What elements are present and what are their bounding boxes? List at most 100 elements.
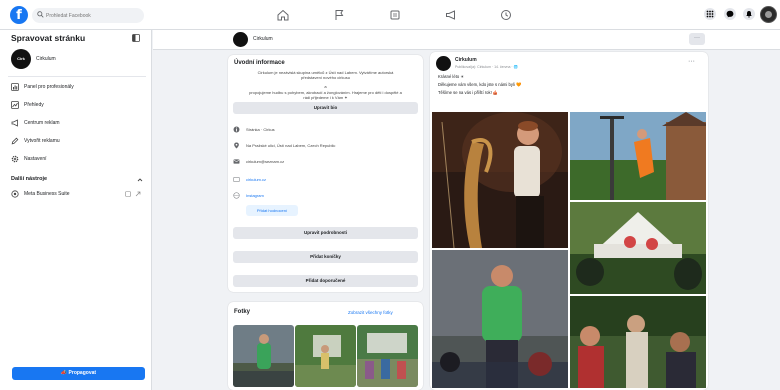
website-row[interactable]: Instagram (233, 191, 418, 202)
photo-image (295, 325, 356, 387)
business-suite-icon (11, 190, 19, 198)
messenger-button[interactable] (724, 8, 736, 20)
add-hobbies-button[interactable]: Přidat koníčky (233, 251, 418, 263)
post-photo[interactable] (570, 296, 706, 388)
home-icon[interactable] (276, 8, 290, 22)
sidebar-item-ad-center[interactable]: Centrum reklam (11, 118, 143, 130)
sidebar-item-label: Panel pro profesionály (24, 84, 74, 90)
account-avatar[interactable] (760, 6, 777, 23)
photo-thumbnail[interactable] (233, 325, 294, 387)
insights-icon (11, 101, 19, 109)
category-row: Stránka · Cirkus (233, 125, 418, 136)
post-author-avatar[interactable] (436, 56, 451, 71)
external-link-icon[interactable] (135, 191, 141, 197)
add-rating-chip[interactable]: Přidat hodnocení (246, 205, 298, 216)
collapse-sidebar-icon[interactable] (132, 34, 140, 42)
top-navigation-bar: f (0, 0, 780, 30)
promote-button[interactable]: 📣 Propagovat (12, 367, 145, 380)
email-text: cirkulum@seznam.cz (246, 159, 285, 164)
megaphone-icon: 📣 (60, 370, 69, 376)
sidebar-title: Spravovat stránku (11, 33, 86, 43)
clock-icon[interactable] (499, 8, 513, 22)
add-featured-button[interactable]: Přidat doporučené (233, 275, 418, 287)
more-tools-heading: Další nástroje (11, 176, 48, 182)
intro-text: Cirkulum je nezávislá skupina umělců z Ú… (257, 70, 394, 80)
divider (8, 76, 146, 77)
chevron-up-icon[interactable] (137, 177, 143, 183)
sidebar-item-label: Přehledy (24, 102, 44, 108)
megaphone-icon (11, 119, 18, 127)
info-icon (233, 126, 240, 133)
sidebar-item-create-ad[interactable]: Vytvořit reklamu (11, 136, 143, 148)
dashboard-icon (11, 83, 19, 91)
post-photo-image (570, 296, 706, 388)
photo-thumbnail[interactable] (357, 325, 418, 387)
messenger-icon (726, 10, 734, 18)
see-all-photos-link[interactable]: Zobrazit všechny fotky (348, 310, 393, 315)
globe-icon (233, 192, 240, 199)
gear-icon (11, 155, 19, 163)
website-link[interactable]: Instagram (246, 193, 264, 198)
edit-details-button[interactable]: Upravit podrobnosti (233, 227, 418, 239)
post-text-line: Děkujeme vám všem, kdo jste s námi byli … (438, 82, 522, 87)
search-box[interactable] (32, 8, 144, 23)
photo-thumbnail[interactable] (295, 325, 356, 387)
page-avatar: Cirk (11, 49, 31, 69)
intro-title: Úvodní informace (234, 60, 285, 66)
edit-icon (11, 137, 19, 145)
page-avatar[interactable] (233, 32, 248, 47)
category-text: Stránka · Cirkus (246, 127, 275, 132)
website-row[interactable]: cirkulum.cz (233, 175, 418, 186)
link-icon (233, 177, 240, 182)
sidebar-item-professional-dashboard[interactable]: Panel pro profesionály (11, 82, 143, 94)
pages-icon[interactable] (388, 8, 402, 22)
bell-icon (746, 11, 752, 18)
flag-icon[interactable] (332, 8, 346, 22)
photos-card: Fotky Zobrazit všechny fotky (228, 302, 423, 390)
page-header-bar: Cirkulum ··· (153, 30, 780, 50)
page-switcher[interactable]: Cirk Cirkulum (11, 49, 141, 71)
promote-label: Propagovat (68, 370, 97, 376)
notifications-button[interactable] (743, 8, 755, 20)
megaphone-icon[interactable] (444, 8, 458, 22)
more-options-button[interactable]: ··· (689, 33, 705, 45)
post-text-line: Krásné léto ☀ (438, 74, 465, 79)
photo-image (233, 325, 294, 387)
mail-icon (233, 159, 240, 164)
search-icon (37, 11, 44, 18)
page-name[interactable]: Cirkulum (253, 36, 273, 42)
website-link[interactable]: cirkulum.cz (246, 177, 266, 182)
edit-bio-button[interactable]: Upravit bio (233, 102, 418, 114)
post-photo[interactable] (432, 112, 568, 248)
intro-text: propojujeme hudbu s pohybem, akrobacií a… (249, 90, 402, 100)
search-input[interactable] (46, 11, 138, 20)
post-card: Cirkulum Publikoval(a): Cirkulum · 14. č… (430, 52, 708, 390)
manage-page-sidebar: Spravovat stránku Cirk Cirkulum Panel pr… (0, 30, 152, 390)
download-icon[interactable] (125, 191, 131, 197)
post-photo-image (570, 202, 706, 294)
location-pin-icon (234, 142, 239, 149)
post-photo[interactable] (570, 202, 706, 294)
post-meta: Publikoval(a): Cirkulum · 14. června · 🌐 (455, 65, 518, 69)
post-options-button[interactable]: ··· (688, 58, 695, 65)
post-photo[interactable] (570, 112, 706, 200)
photo-image (357, 325, 418, 387)
page-name: Cirkulum (36, 56, 56, 62)
post-author-name[interactable]: Cirkulum (455, 57, 477, 63)
sidebar-item-business-suite[interactable]: Meta Business Suite (11, 189, 143, 201)
sidebar-item-label: Nastavení (24, 156, 47, 162)
post-photo-image (432, 250, 568, 388)
facebook-logo[interactable]: f (10, 6, 28, 24)
post-photo-image (570, 112, 706, 200)
post-text-line: Těšíme se na vás i příští rok! 🎪 (438, 90, 499, 95)
email-row: cirkulum@seznam.cz (233, 157, 418, 168)
intro-card: Úvodní informace Cirkulum je nezávislá s… (228, 55, 423, 292)
sidebar-item-insights[interactable]: Přehledy (11, 100, 143, 112)
sidebar-item-label: Meta Business Suite (24, 191, 70, 197)
photos-title: Fotky (234, 309, 251, 315)
menu-button[interactable] (704, 8, 716, 20)
post-photo-image (432, 112, 568, 248)
post-photo[interactable] (432, 250, 568, 388)
sidebar-item-label: Centrum reklam (24, 120, 60, 126)
sidebar-item-settings[interactable]: Nastavení (11, 154, 143, 166)
